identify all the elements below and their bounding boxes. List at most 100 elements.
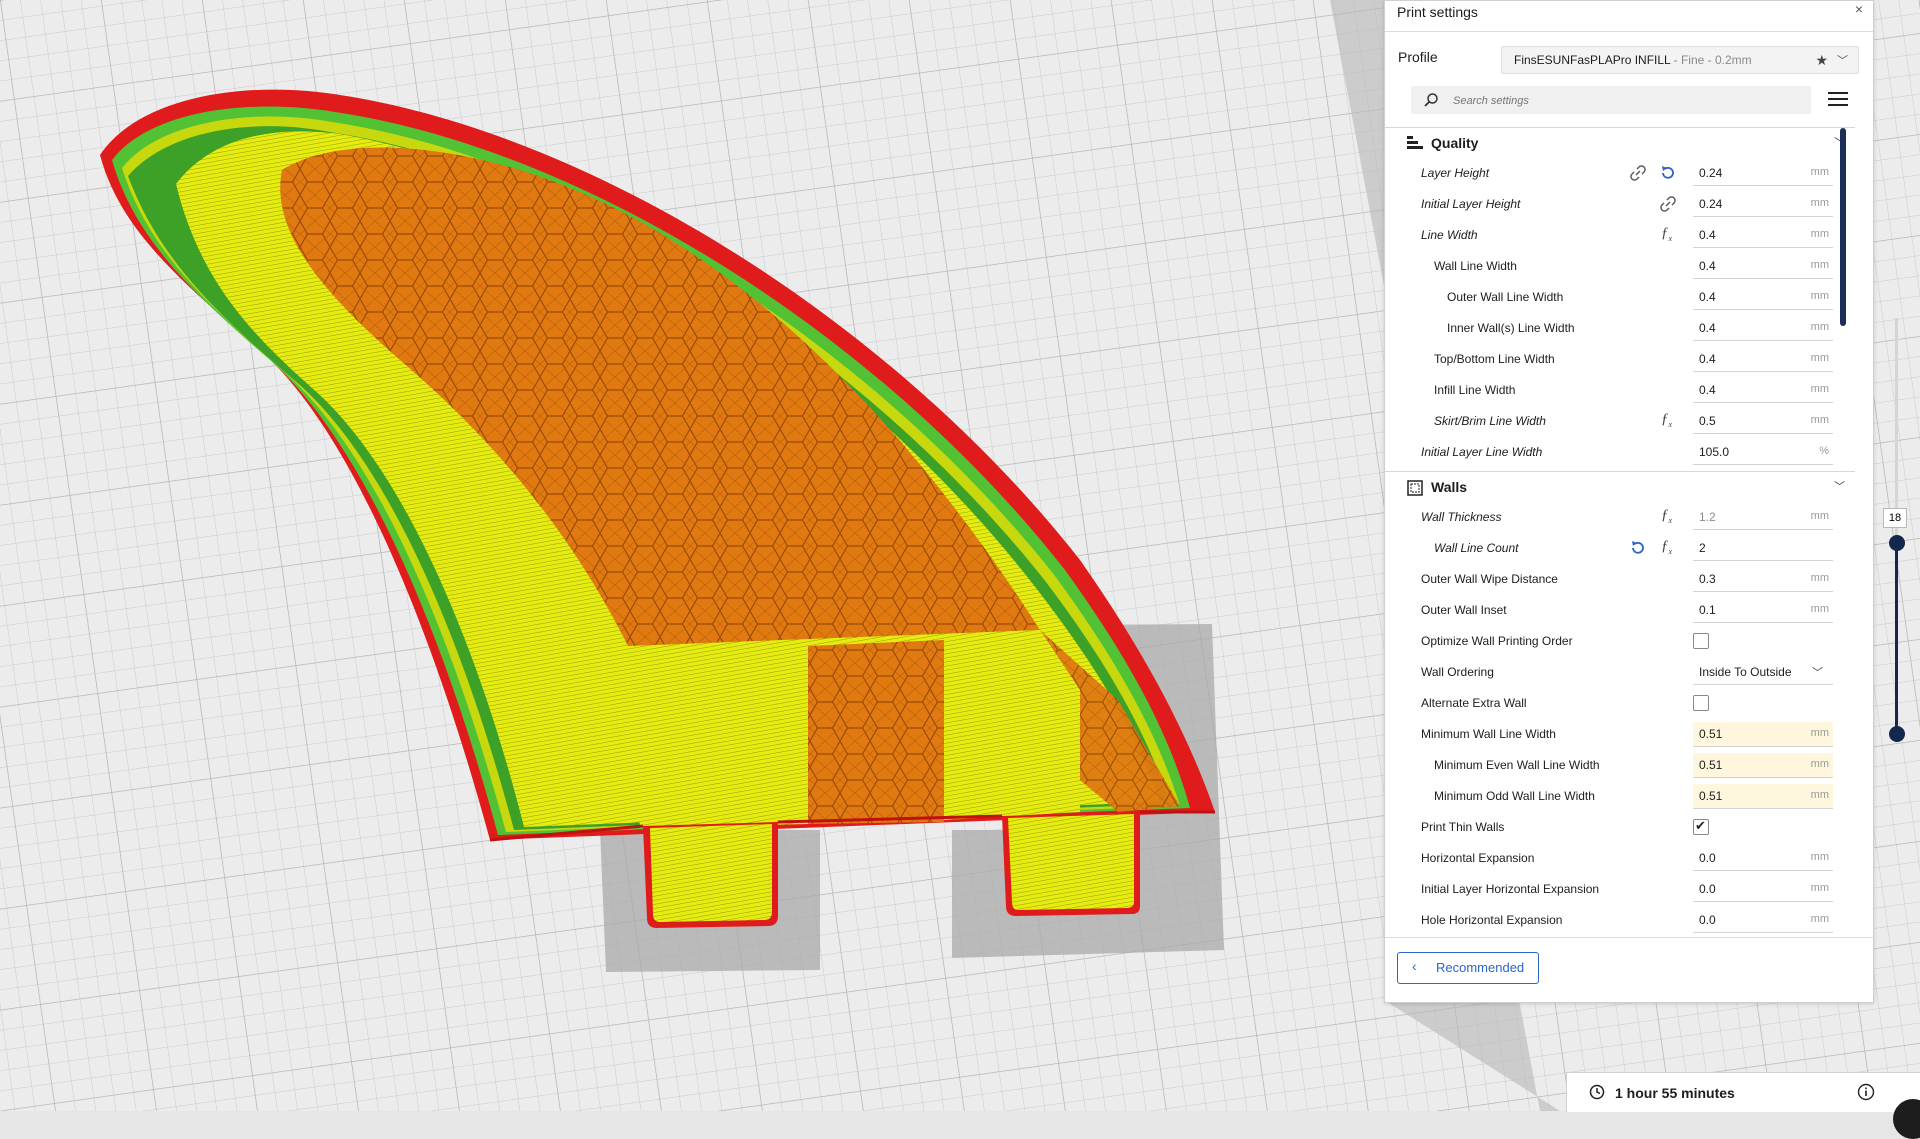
minimum-wall-line-width-field[interactable]: 0.51 mm xyxy=(1693,722,1833,747)
wall-ordering-dropdown[interactable]: Inside To Outside ﹀ xyxy=(1693,660,1833,685)
outer-wall-wipe-distance-field[interactable]: 0.3 mm xyxy=(1693,567,1833,592)
setting-row-initial-layer-line-width: Initial Layer Line Width 105.0% xyxy=(1385,437,1855,468)
setting-row-outer-wall-inset: Outer Wall Inset 0.1 mm xyxy=(1385,595,1855,626)
minimum-even-wall-line-width-field[interactable]: 0.51 mm xyxy=(1693,753,1833,778)
function-icon[interactable]: ƒx xyxy=(1661,538,1679,556)
field-value: 0.4 xyxy=(1699,383,1716,397)
favorite-star-icon[interactable]: ★ xyxy=(1815,52,1828,69)
setting-label: Inner Wall(s) Line Width xyxy=(1447,321,1575,335)
setting-row-line-width: Line Width ƒx 0.4 mm xyxy=(1385,220,1855,251)
setting-row-top-bottom-line-width: Top/Bottom Line Width 0.4 mm xyxy=(1385,344,1855,375)
print-thin-walls-checkbox[interactable]: ✔ xyxy=(1693,818,1709,835)
setting-row-horizontal-expansion: Horizontal Expansion 0.0 mm xyxy=(1385,843,1855,874)
minimum-odd-wall-line-width-field[interactable]: 0.51 mm xyxy=(1693,784,1833,809)
function-icon[interactable]: ƒx xyxy=(1661,507,1679,525)
settings-menu-icon[interactable] xyxy=(1827,89,1849,111)
settings-scrollbar[interactable] xyxy=(1840,128,1846,326)
field-unit: mm xyxy=(1810,510,1829,522)
field-value: 0.24 xyxy=(1699,166,1723,180)
initial-layer-horizontal-expansion-field[interactable]: 0.0 mm xyxy=(1693,877,1833,902)
setting-label: Wall Thickness xyxy=(1421,510,1502,524)
setting-row-wall-ordering: Wall Ordering Inside To Outside ﹀ xyxy=(1385,657,1855,688)
category-walls[interactable]: Walls ﹀ xyxy=(1385,471,1855,503)
function-icon[interactable]: ƒx xyxy=(1661,411,1679,429)
field-unit: mm xyxy=(1810,166,1829,178)
setting-label: Minimum Odd Wall Line Width xyxy=(1434,789,1595,803)
setting-label: Initial Layer Height xyxy=(1421,197,1521,211)
top-bottom-line-width-field[interactable]: 0.4 mm xyxy=(1693,347,1833,372)
profile-quality: - Fine - 0.2mm xyxy=(1670,53,1752,67)
field-unit: mm xyxy=(1810,882,1829,894)
field-unit: mm xyxy=(1810,913,1829,925)
initial-layer-line-width-field[interactable]: 105.0% xyxy=(1693,440,1833,465)
field-unit: mm xyxy=(1810,758,1829,770)
quality-layers-icon xyxy=(1407,136,1423,149)
link-icon[interactable] xyxy=(1659,195,1677,213)
walls-icon xyxy=(1407,480,1423,496)
setting-label: Wall Line Count xyxy=(1434,541,1519,555)
category-quality[interactable]: Quality ﹀ xyxy=(1385,127,1855,159)
field-value: 0.5 xyxy=(1699,414,1716,428)
setting-label: Initial Layer Line Width xyxy=(1421,445,1543,459)
reset-icon[interactable] xyxy=(1629,539,1647,557)
layer-number-box[interactable]: 18 xyxy=(1883,508,1907,528)
setting-row-minimum-wall-line-width: Minimum Wall Line Width 0.51 mm xyxy=(1385,719,1855,750)
function-icon[interactable]: ƒx xyxy=(1661,225,1679,243)
setting-label: Outer Wall Inset xyxy=(1421,603,1507,617)
wall-thickness-field[interactable]: 1.2 mm xyxy=(1693,505,1833,530)
settings-list[interactable]: Quality ﹀ Layer Height 0.24 mm Initial La… xyxy=(1385,127,1855,937)
print-time-text: 1 hour 55 minutes xyxy=(1615,1085,1735,1101)
category-title: Quality xyxy=(1431,135,1479,151)
field-value: 0.24 xyxy=(1699,197,1723,211)
setting-label: Layer Height xyxy=(1421,166,1490,180)
field-value: 0.4 xyxy=(1699,352,1716,366)
recommended-button[interactable]: ‹ Recommended xyxy=(1397,952,1539,984)
wall-line-width-field[interactable]: 0.4 mm xyxy=(1693,254,1833,279)
infill-line-width-field[interactable]: 0.4 mm xyxy=(1693,378,1833,403)
horizontal-expansion-field[interactable]: 0.0 mm xyxy=(1693,846,1833,871)
alternate-extra-wall-checkbox[interactable] xyxy=(1693,695,1709,711)
layer-slider-bottom-handle[interactable] xyxy=(1889,726,1905,742)
search-input[interactable] xyxy=(1451,91,1795,111)
setting-label: Print Thin Walls xyxy=(1421,820,1505,834)
setting-row-wall-line-count: Wall Line Count ƒx 2 xyxy=(1385,533,1855,564)
close-icon[interactable]: × xyxy=(1855,1,1863,17)
info-icon[interactable] xyxy=(1857,1083,1875,1101)
setting-row-inner-wall-line-width: Inner Wall(s) Line Width 0.4 mm xyxy=(1385,313,1855,344)
layer-slider-top-handle[interactable] xyxy=(1889,535,1905,551)
setting-row-wall-thickness: Wall Thickness ƒx 1.2 mm xyxy=(1385,502,1855,533)
inner-wall-line-width-field[interactable]: 0.4 mm xyxy=(1693,316,1833,341)
wall-line-count-field[interactable]: 2 xyxy=(1693,536,1833,561)
field-value: 0.4 xyxy=(1699,290,1716,304)
outer-wall-inset-field[interactable]: 0.1 mm xyxy=(1693,598,1833,623)
footer-divider xyxy=(1385,937,1873,938)
profile-selector[interactable]: FinsESUNFasPLAPro INFILL - Fine - 0.2mm … xyxy=(1501,46,1859,74)
optimize-wall-order-checkbox[interactable] xyxy=(1693,633,1709,649)
setting-label: Wall Ordering xyxy=(1421,665,1494,679)
field-unit: mm xyxy=(1810,572,1829,584)
setting-row-outer-wall-line-width: Outer Wall Line Width 0.4 mm xyxy=(1385,282,1855,313)
field-unit: mm xyxy=(1810,851,1829,863)
outer-wall-line-width-field[interactable]: 0.4 mm xyxy=(1693,285,1833,310)
print-settings-panel: Print settings × Profile FinsESUNFasPLAP… xyxy=(1384,0,1874,1003)
initial-layer-height-field[interactable]: 0.24 mm xyxy=(1693,192,1833,217)
skirt-brim-line-width-field[interactable]: 0.5 mm xyxy=(1693,409,1833,434)
hole-horizontal-expansion-field[interactable]: 0.0 mm xyxy=(1693,908,1833,933)
print-estimate-panel: 1 hour 55 minutes xyxy=(1566,1072,1920,1139)
line-width-field[interactable]: 0.4 mm xyxy=(1693,223,1833,248)
slice-button-edge[interactable] xyxy=(1893,1099,1920,1139)
chevron-down-icon: ﹀ xyxy=(1812,667,1823,679)
field-value: 0.51 xyxy=(1699,789,1723,803)
field-value: 0.0 xyxy=(1699,882,1716,896)
setting-label: Top/Bottom Line Width xyxy=(1434,352,1555,366)
clock-icon xyxy=(1589,1084,1605,1100)
layer-height-field[interactable]: 0.24 mm xyxy=(1693,161,1833,186)
field-value: 0.4 xyxy=(1699,321,1716,335)
field-value: 105.0 xyxy=(1699,445,1730,459)
chevron-down-icon: ﹀ xyxy=(1834,481,1845,493)
link-icon[interactable] xyxy=(1629,164,1647,182)
field-value: 1.2 xyxy=(1699,510,1716,524)
field-unit: % xyxy=(1819,445,1829,457)
setting-label: Horizontal Expansion xyxy=(1421,851,1535,865)
reset-icon[interactable] xyxy=(1659,164,1677,182)
